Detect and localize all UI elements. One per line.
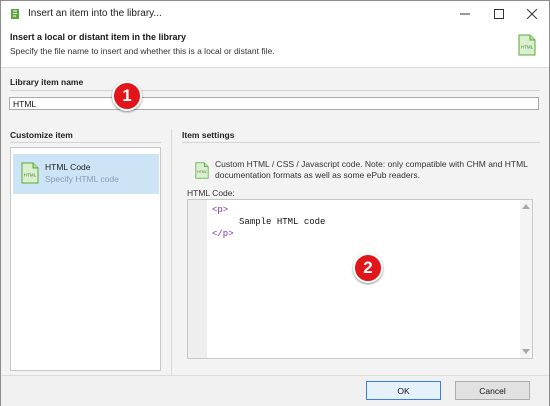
divider <box>10 90 540 91</box>
customize-item-list: HTML HTML Code Specify HTML code <box>10 147 161 371</box>
scroll-up-icon[interactable] <box>522 204 530 209</box>
header-title: Insert a local or distant item in the li… <box>10 32 187 42</box>
close-button[interactable] <box>515 1 549 27</box>
maximize-icon <box>494 9 504 19</box>
close-icon <box>527 9 537 19</box>
dialog-window: Insert an item into the library... Inser… <box>0 0 550 406</box>
html-file-icon: HTML <box>21 162 39 184</box>
callout-badge-2: 2 <box>353 253 383 283</box>
item-settings-description: Custom HTML / CSS / Javascript code. Not… <box>215 159 528 180</box>
code-text-content: Sample HTML code <box>239 217 326 227</box>
divider <box>182 142 540 143</box>
code-open-tag: <p> <box>212 205 229 215</box>
library-item-name-input[interactable] <box>9 97 539 110</box>
title-bar: Insert an item into the library... <box>1 1 549 27</box>
maximize-button[interactable] <box>482 1 516 27</box>
item-settings-label: Item settings <box>182 130 235 140</box>
html-file-icon-text: HTML <box>24 173 37 178</box>
editor-gutter <box>188 200 207 358</box>
ok-button[interactable]: OK <box>366 381 441 400</box>
list-item-html-code[interactable]: HTML HTML Code Specify HTML code <box>13 154 159 194</box>
html-file-icon: HTML <box>195 162 209 179</box>
dialog-header: Insert a local or distant item in the li… <box>1 27 549 68</box>
list-item-title: HTML Code <box>45 162 91 172</box>
html-code-label: HTML Code: <box>187 188 235 198</box>
divider <box>10 142 161 143</box>
editor-scrollbar[interactable] <box>520 200 532 358</box>
html-file-icon-text: HTML <box>197 170 207 174</box>
scroll-down-icon[interactable] <box>522 349 530 354</box>
html-file-icon-text: HTML <box>521 45 534 50</box>
code-close-tag: </p> <box>212 229 234 239</box>
dialog-footer: OK Cancel <box>1 375 549 406</box>
panel-separator <box>171 129 172 375</box>
cancel-button[interactable]: Cancel <box>455 381 530 400</box>
header-subtitle: Specify the file name to insert and whet… <box>10 46 275 56</box>
html-file-icon: HTML <box>518 34 536 56</box>
code-content[interactable]: <p> Sample HTML code </p> <box>212 204 325 240</box>
list-item-subtitle: Specify HTML code <box>45 174 119 184</box>
app-icon <box>11 9 19 19</box>
customize-item-label: Customize item <box>10 130 73 140</box>
library-item-name-label: Library item name <box>10 77 84 87</box>
callout-badge-1: 1 <box>112 81 142 111</box>
window-title: Insert an item into the library... <box>28 8 162 19</box>
minimize-button[interactable] <box>448 1 482 27</box>
minimize-icon <box>460 13 470 15</box>
